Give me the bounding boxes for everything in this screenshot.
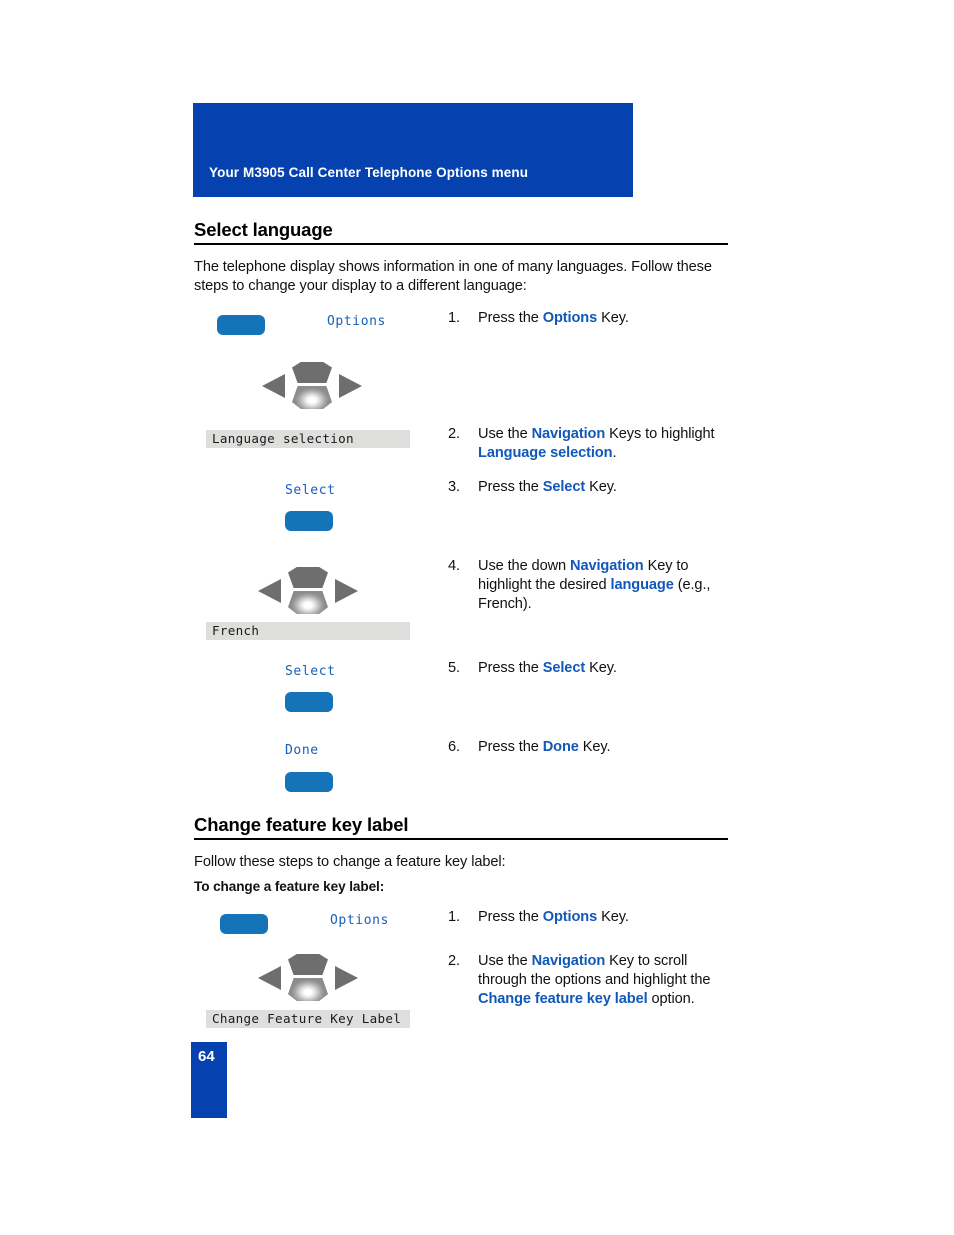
display-row-change-feature-key-label: Change Feature Key Label bbox=[206, 1010, 410, 1028]
softkey-button-options-1[interactable] bbox=[217, 315, 265, 335]
navigation-key-cluster-2[interactable] bbox=[258, 565, 358, 617]
step-text: Use the down Navigation Key to highlight… bbox=[478, 558, 711, 612]
step-number: 4. bbox=[448, 558, 460, 574]
navigation-right-key-icon[interactable] bbox=[335, 966, 358, 990]
step-row-2-1: 1. Press the Options Key. bbox=[448, 908, 738, 927]
softkey-button-options-2[interactable] bbox=[220, 914, 268, 934]
step-row-1-4: 4. Use the down Navigation Key to highli… bbox=[448, 557, 738, 614]
step-text: Press the Options Key. bbox=[478, 310, 629, 326]
softkey-label-options-1: Options bbox=[327, 314, 386, 329]
softkey-button-select-1[interactable] bbox=[285, 511, 333, 531]
navigation-up-key-icon[interactable] bbox=[292, 362, 332, 383]
navigation-up-key-icon[interactable] bbox=[288, 954, 328, 975]
navigation-left-key-icon[interactable] bbox=[262, 374, 285, 398]
step-text: Use the Navigation Keys to highlight Lan… bbox=[478, 426, 715, 461]
section-subintro-change-feature-key-label: To change a feature key label: bbox=[194, 879, 385, 894]
step-number: 3. bbox=[448, 479, 460, 495]
display-text-change-feature-key-label: Change Feature Key Label bbox=[212, 1011, 402, 1026]
navigation-right-key-icon[interactable] bbox=[339, 374, 362, 398]
display-text-language-selection: Language selection bbox=[212, 431, 354, 446]
navigation-down-key-icon[interactable] bbox=[288, 591, 328, 614]
step-text: Press the Done Key. bbox=[478, 739, 611, 755]
softkey-label-select-2: Select bbox=[285, 664, 336, 679]
running-header-title: Your M3905 Call Center Telephone Options… bbox=[209, 165, 529, 180]
step-number: 2. bbox=[448, 426, 460, 442]
step-row-1-5: 5. Press the Select Key. bbox=[448, 659, 738, 678]
section-intro-select-language: The telephone display shows information … bbox=[194, 259, 712, 294]
navigation-left-key-icon[interactable] bbox=[258, 966, 281, 990]
page-number-block: 64 bbox=[191, 1042, 227, 1118]
navigation-down-key-icon[interactable] bbox=[288, 978, 328, 1001]
running-header-band: Your M3905 Call Center Telephone Options… bbox=[193, 103, 633, 197]
display-text-french: French bbox=[212, 623, 260, 638]
section-heading-change-feature-key-label: Change feature key label bbox=[194, 814, 409, 835]
navigation-up-key-icon[interactable] bbox=[288, 567, 328, 588]
step-row-2-2: 2. Use the Navigation Key to scroll thro… bbox=[448, 952, 738, 1009]
step-text: Press the Select Key. bbox=[478, 479, 617, 495]
step-number: 5. bbox=[448, 660, 460, 676]
document-page: Your M3905 Call Center Telephone Options… bbox=[0, 0, 954, 1235]
softkey-label-done: Done bbox=[285, 743, 319, 758]
navigation-key-cluster-1[interactable] bbox=[262, 360, 362, 412]
softkey-label-options-2: Options bbox=[330, 913, 389, 928]
navigation-left-key-icon[interactable] bbox=[258, 579, 281, 603]
softkey-button-select-2[interactable] bbox=[285, 692, 333, 712]
softkey-label-select-1: Select bbox=[285, 483, 336, 498]
page-number: 64 bbox=[198, 1048, 215, 1065]
section-heading-select-language: Select language bbox=[194, 219, 333, 240]
display-row-language-selection: Language selection bbox=[206, 430, 410, 448]
navigation-right-key-icon[interactable] bbox=[335, 579, 358, 603]
step-number: 1. bbox=[448, 909, 460, 925]
display-row-french: French bbox=[206, 622, 410, 640]
navigation-key-cluster-3[interactable] bbox=[258, 952, 358, 1004]
step-number: 6. bbox=[448, 739, 460, 755]
step-text: Use the Navigation Key to scroll through… bbox=[478, 953, 711, 1007]
step-number: 1. bbox=[448, 310, 460, 326]
step-text: Press the Select Key. bbox=[478, 660, 617, 676]
step-row-1-3: 3. Press the Select Key. bbox=[448, 478, 738, 497]
step-row-1-2: 2. Use the Navigation Keys to highlight … bbox=[448, 425, 738, 463]
section-rule-change-feature-key-label bbox=[194, 838, 728, 840]
step-text: Press the Options Key. bbox=[478, 909, 629, 925]
step-row-1-1: 1. Press the Options Key. bbox=[448, 309, 738, 328]
section-intro-change-feature-key-label: Follow these steps to change a feature k… bbox=[194, 854, 506, 870]
section-rule-select-language bbox=[194, 243, 728, 245]
step-row-1-6: 6. Press the Done Key. bbox=[448, 738, 738, 757]
step-number: 2. bbox=[448, 953, 460, 969]
softkey-button-done[interactable] bbox=[285, 772, 333, 792]
navigation-down-key-icon[interactable] bbox=[292, 386, 332, 409]
